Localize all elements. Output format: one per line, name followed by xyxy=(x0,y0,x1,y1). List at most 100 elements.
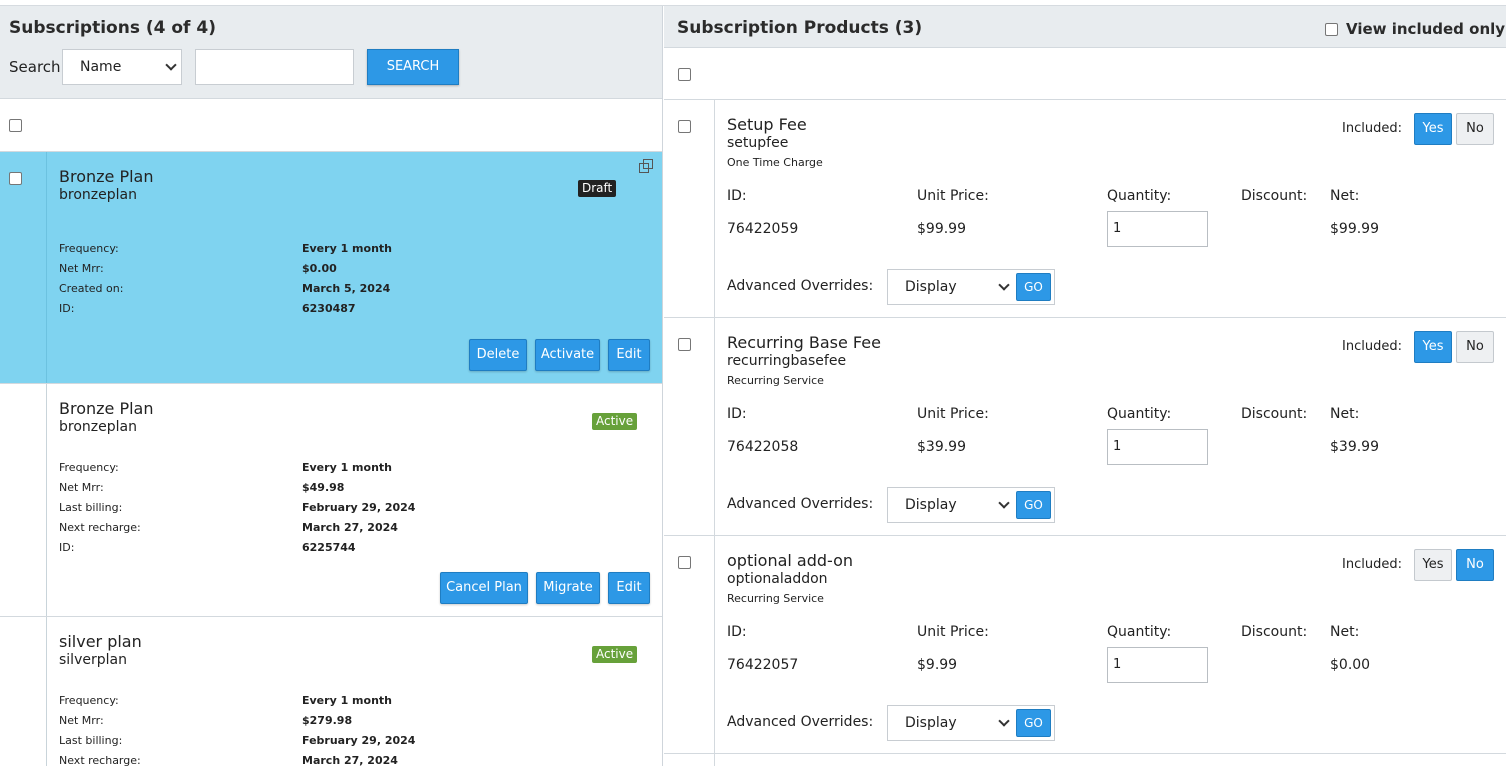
product-name: Setup Fee xyxy=(727,115,807,134)
product-name: Recurring Base Fee xyxy=(727,333,881,352)
unit-price: $99.99 xyxy=(917,221,966,237)
go-button[interactable]: GO xyxy=(1016,491,1051,519)
id-header: ID: xyxy=(727,624,747,640)
status-badge: Draft xyxy=(578,180,617,197)
field-value: February 29, 2024 xyxy=(302,501,416,514)
products-header: Subscription Products (3) View included … xyxy=(664,6,1506,48)
field-label: ID: xyxy=(59,541,75,554)
quantity-input[interactable]: 1 xyxy=(1107,647,1208,683)
subscription-card[interactable]: silver plan silverplan Active Frequency:… xyxy=(0,617,662,766)
chevron-down-icon xyxy=(998,497,1010,509)
subscriptions-title: Subscriptions (4 of 4) xyxy=(9,18,216,38)
id-header: ID: xyxy=(727,406,747,422)
field-value: March 5, 2024 xyxy=(302,282,391,295)
product-checkbox[interactable] xyxy=(678,338,691,351)
product-row: Recurring Base Fee recurringbasefee Recu… xyxy=(664,318,1506,536)
product-row: optional add-on optionaladdon Recurring … xyxy=(664,536,1506,754)
search-label: Search: xyxy=(9,58,66,76)
product-name: optional add-on xyxy=(727,551,854,570)
product-checkbox[interactable] xyxy=(678,120,691,133)
advanced-overrides-select[interactable]: Display xyxy=(905,279,957,295)
subscription-checkbox[interactable] xyxy=(9,172,22,185)
field-label: Net Mrr: xyxy=(59,714,104,727)
subscription-code: bronzeplan xyxy=(59,419,137,435)
included-label: Included: xyxy=(1342,557,1402,572)
subscription-gutter xyxy=(0,152,47,383)
activate-button[interactable]: Activate xyxy=(535,339,600,371)
chevron-down-icon xyxy=(998,279,1010,291)
included-no-button[interactable]: No xyxy=(1456,113,1494,145)
app: Subscriptions (4 of 4) Search: Name SEAR… xyxy=(0,0,1506,766)
field-value: Every 1 month xyxy=(302,242,392,255)
status-badge: Active xyxy=(592,646,638,663)
product-id: 76422058 xyxy=(727,439,799,455)
edit-button[interactable]: Edit xyxy=(608,572,650,604)
quantity-input[interactable]: 1 xyxy=(1107,211,1208,247)
quantity-input[interactable]: 1 xyxy=(1107,429,1208,465)
included-yes-button[interactable]: Yes xyxy=(1414,331,1452,363)
advanced-overrides-control: Display GO xyxy=(887,705,1055,741)
edit-button[interactable]: Edit xyxy=(608,339,650,371)
subscription-name: Bronze Plan xyxy=(59,167,154,186)
advanced-overrides-label: Advanced Overrides: xyxy=(727,714,874,730)
product-gutter xyxy=(664,754,715,766)
included-yes-button[interactable]: Yes xyxy=(1414,549,1452,581)
product-code: optionaladdon xyxy=(727,571,828,587)
included-yes-button[interactable]: Yes xyxy=(1414,113,1452,145)
field-label: Created on: xyxy=(59,282,124,295)
view-included-only-label[interactable]: View included only xyxy=(1346,20,1505,38)
product-gutter xyxy=(664,536,715,753)
field-value: Every 1 month xyxy=(302,461,392,474)
field-value: February 29, 2024 xyxy=(302,734,416,747)
migrate-button[interactable]: Migrate xyxy=(536,572,600,604)
field-value: 6230487 xyxy=(302,302,356,315)
product-row: Setup Fee setupfee One Time Charge Inclu… xyxy=(664,100,1506,318)
net-header: Net: xyxy=(1330,188,1360,204)
included-no-button[interactable]: No xyxy=(1456,549,1494,581)
search-field-value: Name xyxy=(80,59,122,75)
search-button[interactable]: SEARCH xyxy=(367,49,459,85)
search-input[interactable] xyxy=(195,49,354,85)
search-field-select[interactable]: Name xyxy=(62,49,182,85)
advanced-overrides-select[interactable]: Display xyxy=(905,715,957,731)
field-label: Net Mrr: xyxy=(59,262,104,275)
copy-icon[interactable] xyxy=(638,158,654,174)
view-included-only-checkbox[interactable] xyxy=(1325,23,1338,36)
advanced-overrides-label: Advanced Overrides: xyxy=(727,496,874,512)
field-label: Last billing: xyxy=(59,734,123,747)
product-type: Recurring Service xyxy=(727,592,824,605)
advanced-overrides-select[interactable]: Display xyxy=(905,497,957,513)
unit-price: $39.99 xyxy=(917,439,966,455)
delete-button[interactable]: Delete xyxy=(469,339,527,371)
product-code: recurringbasefee xyxy=(727,353,847,369)
included-label: Included: xyxy=(1342,339,1402,354)
field-label: Frequency: xyxy=(59,461,119,474)
product-checkbox[interactable] xyxy=(678,556,691,569)
select-all-products-checkbox[interactable] xyxy=(678,68,691,81)
status-badge: Active xyxy=(592,413,638,430)
product-gutter xyxy=(664,100,715,317)
go-button[interactable]: GO xyxy=(1016,273,1051,301)
subscription-code: silverplan xyxy=(59,652,127,668)
cancel-plan-button[interactable]: Cancel Plan xyxy=(440,572,528,604)
field-value: $0.00 xyxy=(302,262,337,275)
go-button[interactable]: GO xyxy=(1016,709,1051,737)
products-title: Subscription Products (3) xyxy=(677,18,923,38)
field-label: Last billing: xyxy=(59,501,123,514)
products-pane: Subscription Products (3) View included … xyxy=(664,6,1506,766)
net-value: $0.00 xyxy=(1330,657,1371,673)
subscriptions-header: Subscriptions (4 of 4) Search: Name SEAR… xyxy=(0,6,662,99)
included-no-button[interactable]: No xyxy=(1456,331,1494,363)
product-code: setupfee xyxy=(727,135,789,151)
subscription-name: silver plan xyxy=(59,632,142,651)
subscription-card[interactable]: Bronze Plan bronzeplan Draft Frequency: … xyxy=(0,152,662,384)
subscription-card[interactable]: Bronze Plan bronzeplan Active Frequency:… xyxy=(0,384,662,617)
quantity-header: Quantity: xyxy=(1107,624,1172,640)
product-type: One Time Charge xyxy=(727,156,823,169)
select-all-row xyxy=(0,100,662,152)
id-header: ID: xyxy=(727,188,747,204)
net-value: $39.99 xyxy=(1330,439,1379,455)
advanced-overrides-control: Display GO xyxy=(887,487,1055,523)
select-all-subscriptions-checkbox[interactable] xyxy=(9,119,22,132)
field-label: Next recharge: xyxy=(59,754,141,766)
